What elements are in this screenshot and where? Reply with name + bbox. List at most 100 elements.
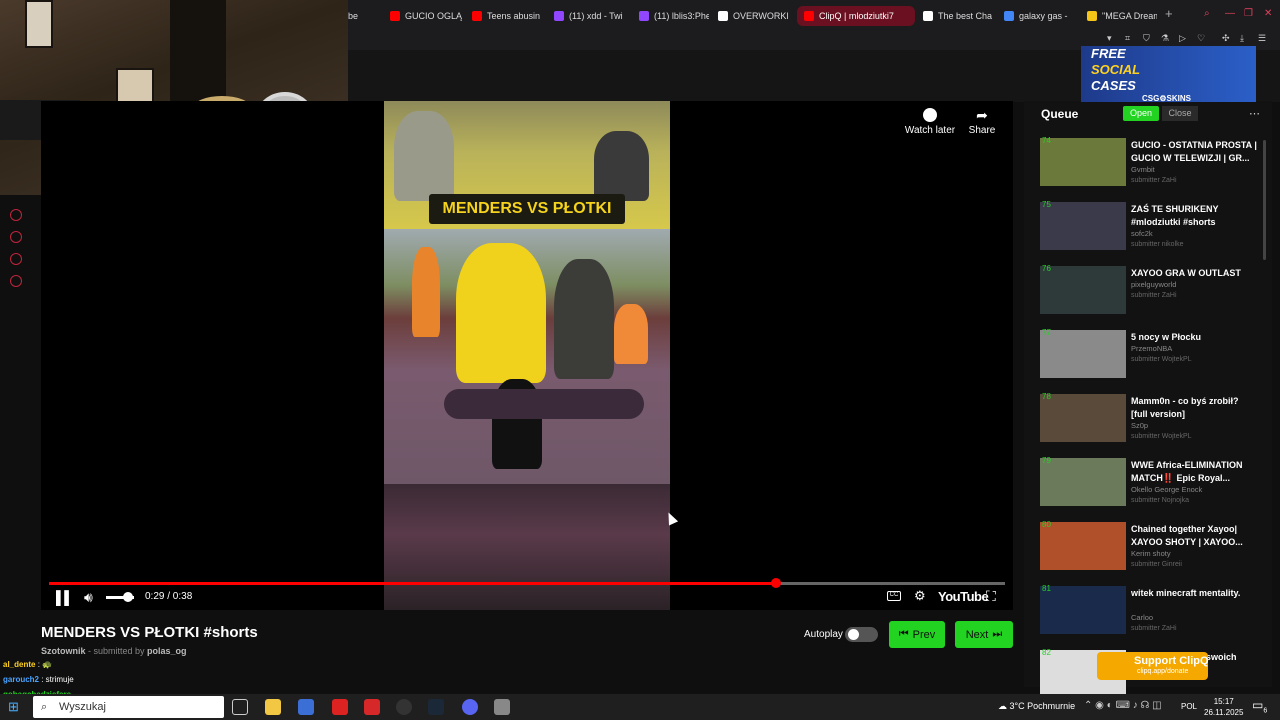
search-tabs-icon[interactable]: ⌕ bbox=[1204, 8, 1210, 19]
queue-item[interactable]: 77 5 nocy w Płocku PrzemoNBA submitter Wojt… bbox=[1040, 328, 1264, 390]
queue-item[interactable]: 78 Mamm0n - co byś zrobił? [full version]… bbox=[1040, 392, 1264, 454]
channel-name[interactable]: Szotownik bbox=[41, 646, 86, 656]
browser-tab[interactable]: be bbox=[348, 6, 378, 26]
autoplay-toggle[interactable] bbox=[845, 627, 878, 642]
queue-thumbnail[interactable] bbox=[1040, 330, 1126, 378]
notification-icon[interactable]: ▭6 bbox=[1252, 698, 1267, 714]
queue-item[interactable]: 79 WWE Africa-ELIMINATION MATCH‼️ Epic Ro… bbox=[1040, 456, 1264, 518]
settings-icon[interactable] bbox=[10, 275, 22, 287]
pause-button[interactable]: ▌▌ bbox=[56, 590, 73, 605]
queue-item[interactable]: 80 Chained together Xayoo| XAYOO SHOTY | … bbox=[1040, 520, 1264, 582]
fullscreen-icon[interactable]: ⛶ bbox=[986, 588, 996, 605]
obs-icon[interactable] bbox=[396, 699, 412, 715]
browser-tab[interactable]: GUCIO OGLĄ bbox=[390, 6, 462, 26]
queue-number: 74 bbox=[1042, 136, 1051, 145]
browser-tab[interactable]: "MEGA Dream bbox=[1087, 6, 1157, 26]
chat-username[interactable]: garouch2 bbox=[3, 675, 39, 684]
watch-later-button[interactable]: Watch later bbox=[900, 108, 960, 136]
shield-icon[interactable]: ⛉ bbox=[1143, 33, 1150, 44]
tab-favicon-icon bbox=[639, 11, 649, 21]
queue-more-icon[interactable]: ⋯ bbox=[1249, 107, 1260, 120]
tab-label: OVERWORKI bbox=[733, 11, 788, 21]
taskbar-search[interactable]: ⌕ Wyszukaj bbox=[33, 696, 224, 718]
new-tab-button[interactable]: + bbox=[1165, 6, 1173, 21]
clock[interactable]: 15:17 26.11.2025 bbox=[1204, 696, 1243, 718]
queue-thumbnail[interactable] bbox=[1040, 586, 1126, 634]
queue-item-title[interactable]: GUCIO - OSTATNIA PROSTA | GUCIO W TELEWI… bbox=[1131, 139, 1257, 165]
settings-gear-icon[interactable]: ⚙ bbox=[914, 588, 926, 604]
steam-icon[interactable] bbox=[428, 699, 444, 715]
queue-item[interactable]: 76 XAYOO GRA W OUTLAST pixelguyworld submit… bbox=[1040, 264, 1264, 326]
queue-item-title[interactable]: Chained together Xayoo| XAYOO SHOTY | XA… bbox=[1131, 523, 1257, 549]
tab-label: The best Cha bbox=[938, 11, 993, 21]
history-icon[interactable] bbox=[10, 231, 22, 243]
browser-tab[interactable]: The best Cha bbox=[923, 6, 993, 26]
share-label: Share bbox=[968, 125, 996, 136]
queue-item-title[interactable]: ZAŚ TE SHURIKENY #mlodziutki #shorts bbox=[1131, 203, 1257, 229]
language-indicator[interactable]: POL bbox=[1181, 702, 1197, 711]
windows-start-icon[interactable]: ⊞ bbox=[8, 699, 19, 715]
weather-widget[interactable]: ☁ 3°C Pochmurnie bbox=[998, 701, 1075, 712]
bookmark-icon[interactable]: ▾ bbox=[1107, 33, 1112, 44]
screenshot-icon[interactable]: ⌗ bbox=[1125, 33, 1130, 44]
video-overlay-title: MENDERS VS PŁOTKI bbox=[429, 194, 625, 224]
captions-button[interactable]: CC bbox=[887, 591, 901, 601]
prev-button[interactable]: ⏮ Prev bbox=[889, 621, 945, 648]
browser-tab[interactable]: (11) xdd - Twi bbox=[554, 6, 630, 26]
tab-label: galaxy gas - bbox=[1019, 11, 1068, 21]
queue-thumbnail[interactable] bbox=[1040, 202, 1126, 250]
app-icon[interactable] bbox=[494, 699, 510, 715]
queue-item[interactable]: 75 ZAŚ TE SHURIKENY #mlodziutki #shorts so… bbox=[1040, 200, 1264, 262]
queue-item-title[interactable]: 5 nocy w Płocku bbox=[1131, 331, 1257, 344]
volume-icon[interactable]: 🔊︎ bbox=[84, 589, 93, 606]
next-button[interactable]: Next ⏭ bbox=[955, 621, 1013, 648]
queue-item-title[interactable]: witek minecraft mentality. bbox=[1131, 587, 1257, 600]
tab-favicon-icon bbox=[1004, 11, 1014, 21]
person-lying bbox=[444, 389, 644, 419]
discord-icon[interactable] bbox=[462, 699, 478, 715]
download-icon[interactable]: ⤓ bbox=[1240, 33, 1244, 44]
browser-tab[interactable]: galaxy gas - bbox=[1004, 6, 1078, 26]
chat-username[interactable]: al_dente bbox=[3, 660, 35, 669]
opera-icon[interactable] bbox=[332, 699, 348, 715]
puzzle-icon[interactable]: ✣ bbox=[1222, 33, 1230, 44]
extension-icon[interactable]: ⚗ bbox=[1161, 33, 1169, 44]
browser-tab[interactable]: Teens abusin bbox=[472, 6, 544, 26]
queue-item-title[interactable]: Mamm0n - co byś zrobił? [full version] bbox=[1131, 395, 1257, 421]
queue-thumbnail[interactable] bbox=[1040, 522, 1126, 570]
menu-icon[interactable]: ☰ bbox=[1258, 33, 1266, 44]
play-icon[interactable]: ▷ bbox=[1179, 33, 1186, 44]
queue-thumbnail[interactable] bbox=[1040, 394, 1126, 442]
file-explorer-icon[interactable] bbox=[265, 699, 281, 715]
tab-favicon-icon bbox=[804, 11, 814, 21]
youtube-logo[interactable]: YouTube bbox=[938, 589, 989, 604]
progress-scrubber[interactable] bbox=[770, 578, 781, 588]
queue-item[interactable]: 74 GUCIO - OSTATNIA PROSTA | GUCIO W TELE… bbox=[1040, 136, 1264, 198]
close-window-icon[interactable]: ✕ bbox=[1264, 8, 1272, 19]
share-button[interactable]: ➦ Share bbox=[962, 108, 1002, 136]
app-icon[interactable] bbox=[298, 699, 314, 715]
queue-thumbnail[interactable] bbox=[1040, 138, 1126, 186]
submitter-name[interactable]: polas_og bbox=[147, 646, 187, 656]
video-frame[interactable]: MENDERS VS PŁOTKI bbox=[384, 101, 670, 610]
queue-open-button[interactable]: Open bbox=[1123, 106, 1159, 121]
task-view-icon[interactable] bbox=[232, 699, 248, 715]
clock-time: 15:17 bbox=[1213, 697, 1234, 706]
browser-tab[interactable]: (11) lblis3:Phe bbox=[639, 6, 709, 26]
app-icon[interactable] bbox=[364, 699, 380, 715]
browser-tab[interactable]: OVERWORKI bbox=[718, 6, 788, 26]
heart-icon[interactable]: ♡ bbox=[1197, 33, 1205, 44]
tag-icon[interactable] bbox=[10, 253, 22, 265]
queue-close-button[interactable]: Close bbox=[1162, 106, 1198, 121]
system-tray-icons[interactable]: ⌃ ◉ ◐ ⌨ ♪ ☊ ◫ bbox=[1084, 700, 1162, 711]
queue-item-title[interactable]: XAYOO GRA W OUTLAST bbox=[1131, 267, 1257, 280]
maximize-icon[interactable]: ❐ bbox=[1244, 8, 1253, 19]
tab-label: (11) lblis3:Phe bbox=[654, 11, 709, 21]
queue-thumbnail[interactable] bbox=[1040, 266, 1126, 314]
browser-tab[interactable]: ClipQ | mlodziutki7 bbox=[797, 6, 915, 26]
queue-thumbnail[interactable] bbox=[1040, 458, 1126, 506]
minimize-icon[interactable]: — bbox=[1225, 8, 1235, 19]
queue-item-title[interactable]: WWE Africa-ELIMINATION MATCH‼️ Epic Roya… bbox=[1131, 459, 1257, 485]
record-icon[interactable] bbox=[10, 209, 22, 221]
queue-item[interactable]: 81 witek minecraft mentality. Carloo submit… bbox=[1040, 584, 1264, 646]
